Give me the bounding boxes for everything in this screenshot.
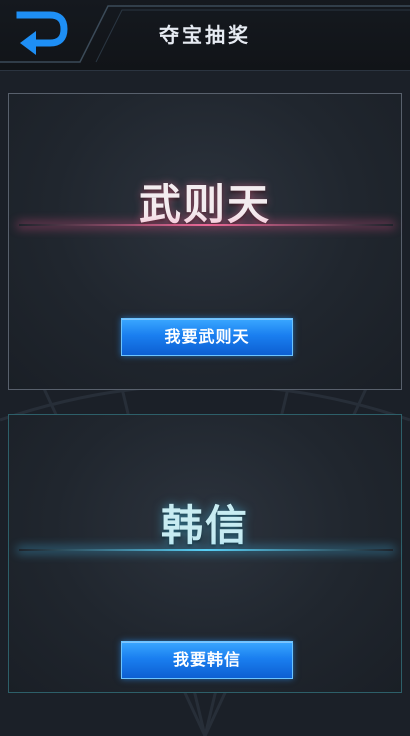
page-title: 夺宝抽奖 xyxy=(159,23,251,47)
pink-glow-line xyxy=(19,224,393,226)
hero-name: 韩信 xyxy=(160,501,249,550)
blue-glow-line xyxy=(19,549,393,551)
hero-name: 武则天 xyxy=(138,180,271,229)
want-wuzetian-button[interactable]: 我要武则天 xyxy=(121,318,293,356)
want-hanxin-button[interactable]: 我要韩信 xyxy=(121,641,293,679)
hero-card-hanxin: 韩信 我要韩信 xyxy=(8,414,402,693)
back-arrow-icon xyxy=(16,11,68,55)
hero-card-wuzetian: 武则天 我要武则天 xyxy=(8,93,402,390)
header-bar: 夺宝抽奖 xyxy=(0,0,410,71)
back-button[interactable] xyxy=(14,9,70,55)
